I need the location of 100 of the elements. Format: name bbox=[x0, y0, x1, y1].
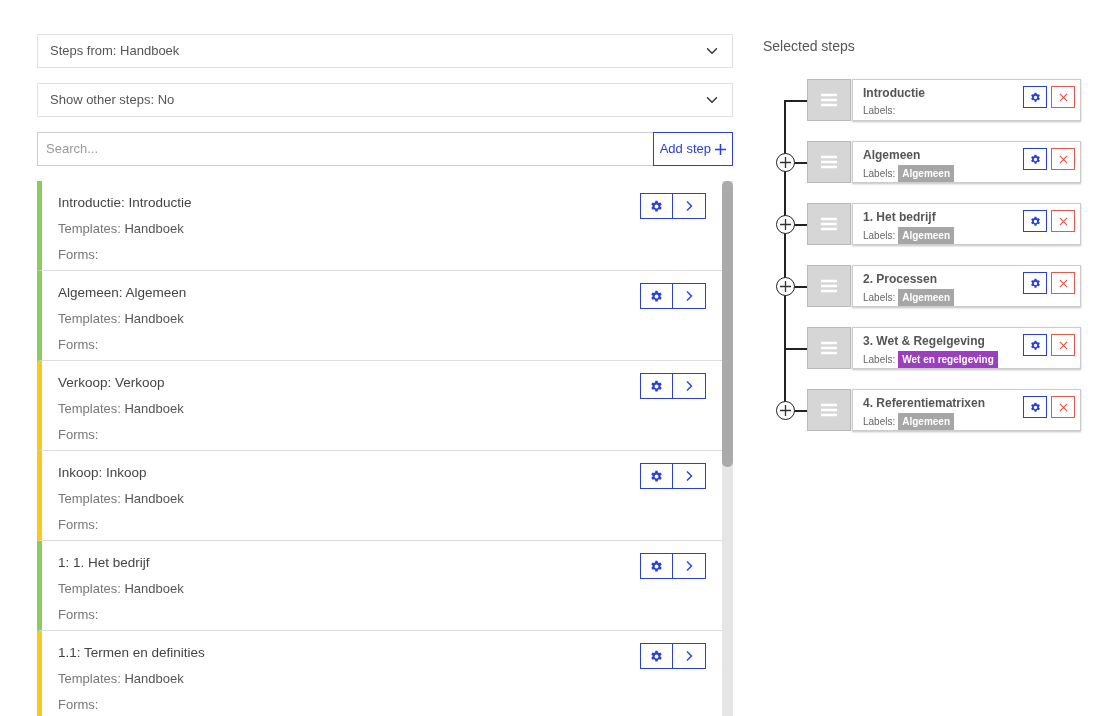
settings-button[interactable] bbox=[1023, 396, 1047, 418]
gear-icon bbox=[1029, 401, 1041, 413]
plus-icon bbox=[780, 405, 791, 416]
menu-icon bbox=[821, 279, 837, 293]
settings-button[interactable] bbox=[1023, 86, 1047, 108]
templates-text: Templates: Handboek bbox=[58, 670, 185, 689]
plus-icon bbox=[780, 157, 791, 168]
close-icon bbox=[1058, 402, 1068, 412]
search-field[interactable]: Search... bbox=[37, 132, 653, 166]
chevron-button[interactable] bbox=[673, 193, 706, 219]
label-tag: Algemeen bbox=[898, 413, 955, 430]
insert-button[interactable] bbox=[776, 153, 795, 172]
chevron-button[interactable] bbox=[673, 373, 706, 399]
chevron-button[interactable] bbox=[673, 463, 706, 489]
step-title: 1.1: Termen en definities bbox=[58, 644, 205, 662]
drag-handle[interactable] bbox=[807, 327, 851, 369]
drag-handle[interactable] bbox=[807, 141, 851, 183]
chevron-button[interactable] bbox=[673, 643, 706, 669]
filter-dropdown[interactable]: Show other steps: No bbox=[37, 83, 733, 117]
gear-icon bbox=[1029, 215, 1041, 227]
close-icon bbox=[1058, 92, 1068, 102]
label-tag: Algemeen bbox=[898, 289, 955, 306]
gear-icon bbox=[1029, 339, 1041, 351]
close-icon bbox=[1058, 340, 1068, 350]
drag-handle[interactable] bbox=[807, 265, 851, 307]
section-title: Selected steps bbox=[763, 37, 856, 56]
plus-icon bbox=[780, 219, 791, 230]
gear-icon bbox=[650, 559, 663, 573]
settings-button[interactable] bbox=[640, 553, 673, 579]
close-icon bbox=[1058, 278, 1068, 288]
settings-button[interactable] bbox=[1023, 272, 1047, 294]
step-title: Algemeen bbox=[863, 147, 922, 164]
labels-text: Labels: bbox=[863, 167, 896, 181]
templates-text: Templates: Handboek bbox=[58, 310, 185, 329]
menu-icon bbox=[821, 341, 837, 355]
forms-text: Forms: bbox=[58, 695, 100, 714]
templates-text: Templates: Handboek bbox=[58, 220, 185, 239]
gear-icon bbox=[1029, 277, 1041, 289]
close-button[interactable] bbox=[1051, 86, 1075, 108]
labels-text: Labels: bbox=[863, 353, 896, 367]
forms-text: Forms: bbox=[58, 515, 100, 534]
insert-button[interactable] bbox=[776, 401, 795, 420]
templates-text: Templates: Handboek bbox=[58, 400, 184, 419]
filter-dropdown[interactable]: Steps from: Handboek bbox=[37, 34, 733, 68]
step-title: Introductie bbox=[863, 85, 925, 102]
menu-icon bbox=[821, 217, 837, 231]
templates-text: Templates: Handboek bbox=[58, 490, 184, 509]
step-title: 4. Referentiematrixen bbox=[863, 395, 986, 412]
chevron-button[interactable] bbox=[673, 553, 706, 579]
menu-icon bbox=[821, 155, 837, 169]
menu-icon bbox=[821, 93, 837, 107]
labels-text: Labels: bbox=[863, 291, 896, 305]
plus-icon bbox=[780, 281, 791, 292]
chevron-right-icon bbox=[684, 290, 694, 302]
close-button[interactable] bbox=[1051, 272, 1075, 294]
label-tag: Algemeen bbox=[898, 165, 955, 182]
close-icon bbox=[1058, 216, 1068, 226]
scrollbar[interactable] bbox=[722, 181, 733, 716]
close-button[interactable] bbox=[1051, 334, 1075, 356]
insert-button[interactable] bbox=[776, 277, 795, 296]
chevron-right-icon bbox=[684, 470, 694, 482]
close-button[interactable] bbox=[1051, 396, 1075, 418]
gear-icon bbox=[650, 649, 663, 663]
close-button[interactable] bbox=[1051, 210, 1075, 232]
step-title: Algemeen: Algemeen bbox=[58, 284, 187, 302]
gear-icon bbox=[650, 199, 663, 213]
settings-button[interactable] bbox=[640, 463, 673, 489]
forms-text: Forms: bbox=[58, 245, 100, 264]
forms-text: Forms: bbox=[58, 605, 100, 624]
chevron-right-icon bbox=[684, 380, 694, 392]
settings-button[interactable] bbox=[640, 373, 673, 399]
gear-icon bbox=[650, 289, 663, 303]
drag-handle[interactable] bbox=[807, 389, 851, 431]
templates-text: Templates: Handboek bbox=[58, 580, 184, 599]
gear-icon bbox=[1029, 153, 1041, 165]
label-tag: Algemeen bbox=[898, 227, 955, 244]
settings-button[interactable] bbox=[640, 283, 673, 309]
forms-text: Forms: bbox=[58, 335, 100, 354]
step-title: 3. Wet & Regelgeving bbox=[863, 333, 986, 350]
chevron-button[interactable] bbox=[673, 283, 706, 309]
label-tag: Wet en regelgeving bbox=[898, 351, 998, 368]
settings-button[interactable] bbox=[1023, 334, 1047, 356]
settings-button[interactable] bbox=[640, 643, 673, 669]
drag-handle[interactable] bbox=[807, 79, 851, 121]
step-title: 2. Processen bbox=[863, 271, 939, 288]
chevron-right-icon bbox=[684, 200, 694, 212]
settings-button[interactable] bbox=[640, 193, 673, 219]
chevron-right-icon bbox=[684, 650, 694, 662]
settings-button[interactable] bbox=[1023, 148, 1047, 170]
drag-handle[interactable] bbox=[807, 203, 851, 245]
settings-button[interactable] bbox=[1023, 210, 1047, 232]
insert-button[interactable] bbox=[776, 215, 795, 234]
step-title: Inkoop: Inkoop bbox=[58, 464, 148, 482]
plus-icon bbox=[715, 143, 726, 155]
add-step-button[interactable]: Add step bbox=[652, 132, 733, 166]
forms-text: Forms: bbox=[58, 425, 100, 444]
step-title: Introductie: Introductie bbox=[58, 194, 192, 212]
close-button[interactable] bbox=[1051, 148, 1075, 170]
step-title: 1: 1. Het bedrijf bbox=[58, 554, 151, 572]
close-icon bbox=[1058, 154, 1068, 164]
